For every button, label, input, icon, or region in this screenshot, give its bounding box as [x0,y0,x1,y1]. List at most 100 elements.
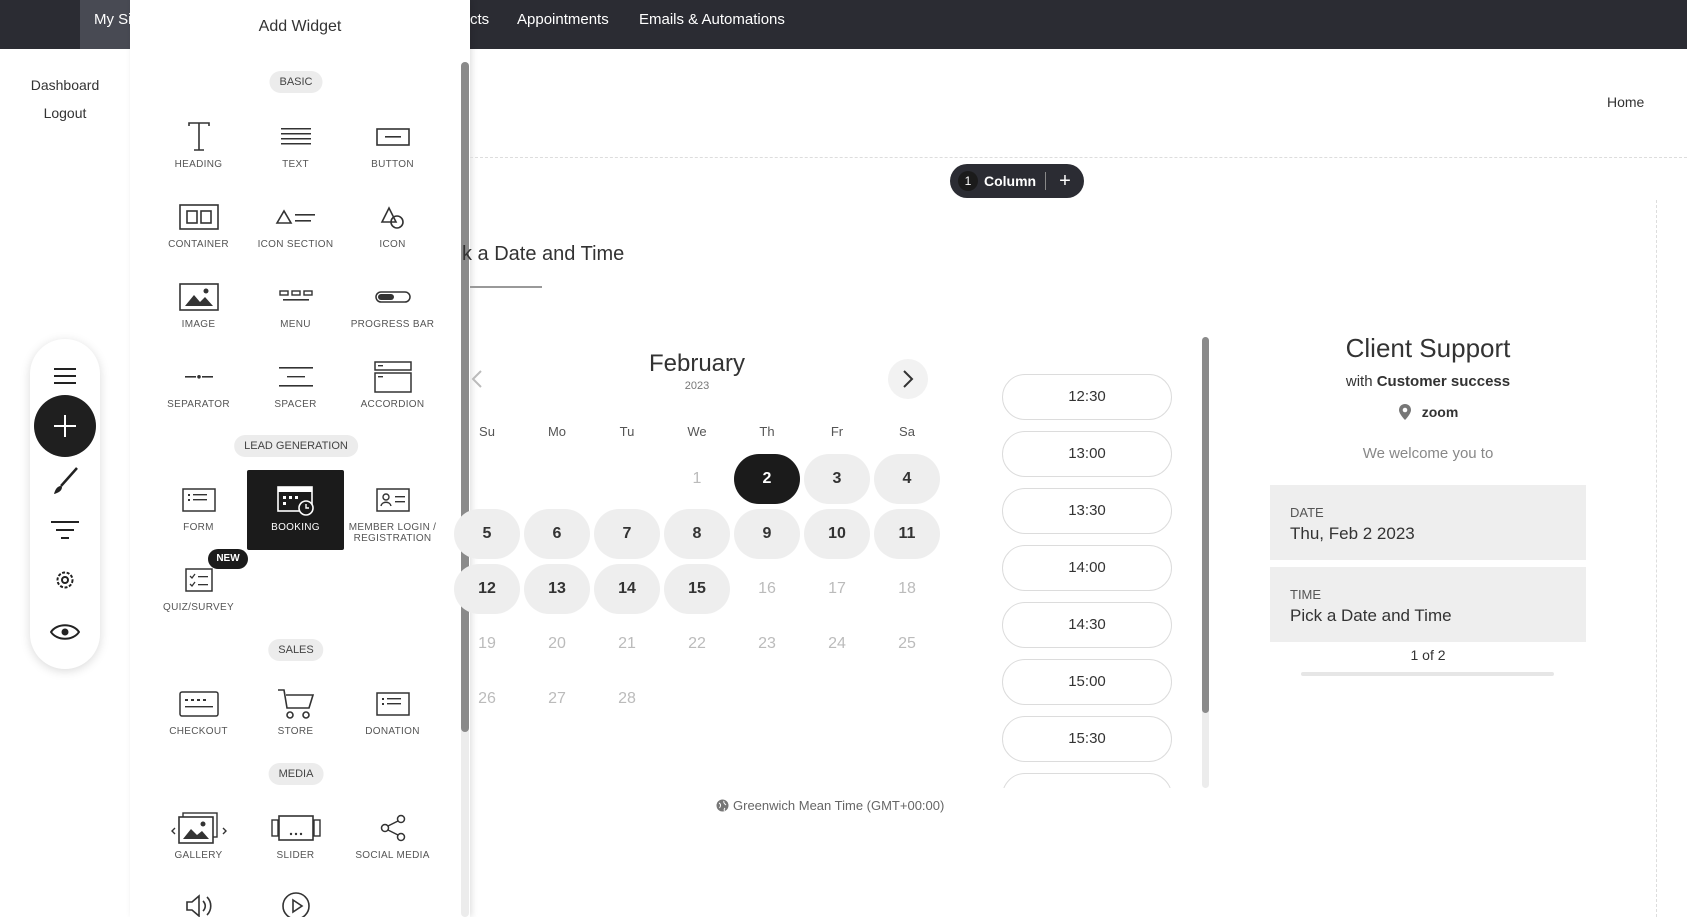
time-slot-button[interactable]: 13:00 [1002,431,1172,477]
widget-heading[interactable]: HEADING [150,107,247,187]
widget-separator[interactable]: SEPARATOR [150,347,247,427]
widget-progress-bar[interactable]: PROGRESS BAR [344,267,441,347]
timezone-selector[interactable]: Greenwich Mean Time (GMT+00:00) [716,798,944,813]
weekday-header: Mo [547,424,567,439]
calendar-day[interactable]: 7 [594,509,660,559]
tab-appointments[interactable]: Appointments [517,0,609,49]
calendar-day[interactable]: 14 [594,564,660,614]
heading-underline [470,286,542,288]
prev-month-button[interactable] [457,359,497,399]
preview-eye-icon[interactable] [30,615,100,649]
widget-text[interactable]: TEXT [247,107,344,187]
widget-booking[interactable]: BOOKING [247,470,344,550]
calendar-day[interactable]: 5 [454,509,520,559]
time-slot-button[interactable]: 13:30 [1002,488,1172,534]
column-count: 1 [958,171,978,191]
widget-image[interactable]: IMAGE [150,267,247,347]
add-column-button[interactable]: + [1053,164,1077,198]
time-slot-scrollbar-thumb[interactable] [1202,337,1209,713]
calendar-day[interactable]: 8 [664,509,730,559]
widget-member-login[interactable]: MEMBER LOGIN / REGISTRATION [344,470,441,550]
calendar-day[interactable]: 10 [804,509,870,559]
widget-accordion[interactable]: ACCORDION [344,347,441,427]
calendar-day[interactable]: 3 [804,454,870,504]
calendar-day[interactable]: 12 [454,564,520,614]
home-nav-link[interactable]: Home [1607,94,1644,110]
section-lead-generation: LEAD GENERATION [234,435,358,457]
date-caption: DATE [1290,505,1324,520]
menu-icon[interactable] [30,361,100,391]
summary-progress-track [1301,672,1554,676]
next-month-button[interactable] [888,359,928,399]
icon-section-icon [247,197,344,237]
header-divider [470,157,1687,158]
widget-donation[interactable]: DONATION [344,674,441,754]
booking-heading: k a Date and Time [462,243,625,265]
play-circle-icon [247,886,344,917]
widget-social-media[interactable]: SOCIAL MEDIA [344,798,441,878]
time-slot-button[interactable]: 14:30 [1002,602,1172,648]
widget-checkout[interactable]: CHECKOUT [150,674,247,754]
calendar-day[interactable]: 13 [524,564,590,614]
column-separator [1045,172,1046,190]
calendar-day: 17 [828,580,846,597]
time-slot-button[interactable]: 15:00 [1002,659,1172,705]
time-slot-button[interactable] [1002,773,1172,788]
calendar-day[interactable]: 4 [874,454,940,504]
widget-button[interactable]: BUTTON [344,107,441,187]
widget-store[interactable]: STORE [247,674,344,754]
calendar-day: 26 [478,690,496,707]
share-icon [344,808,441,848]
host-prefix: with [1345,373,1373,390]
service-host: with Customer success [1228,373,1628,390]
widget-gallery[interactable]: GALLERY [150,798,247,878]
tab-contacts[interactable]: cts [470,0,489,49]
column-label: Column [984,173,1037,189]
summary-pagination: 1 of 2 [1410,647,1446,663]
time-slot-button[interactable]: 15:30 [1002,716,1172,762]
calendar-day[interactable]: 6 [524,509,590,559]
add-widget-panel: Add Widget BASIC HEADING TEXT BUTTON CON… [130,0,470,917]
gallery-icon [150,808,247,848]
heading-icon [150,117,247,157]
widget-slider[interactable]: SLIDER [247,798,344,878]
form-icon [150,480,247,520]
widget-form[interactable]: FORM [150,470,247,550]
tab-emails-automations[interactable]: Emails & Automations [639,0,785,49]
accordion-icon [344,357,441,397]
time-slot-scrollbar[interactable] [1202,337,1209,788]
widget-video[interactable] [247,876,344,917]
widget-container[interactable]: CONTAINER [150,187,247,267]
calendar-day-selected[interactable]: 2 [734,454,800,504]
widget-icon[interactable]: ICON [344,187,441,267]
time-slot-button[interactable]: 12:30 [1002,374,1172,420]
calendar-day: 22 [688,635,706,652]
widget-spacer[interactable]: SPACER [247,347,344,427]
calendar-day[interactable]: 11 [874,509,940,559]
section-sales: SALES [268,639,324,661]
time-value: Pick a Date and Time [1290,606,1452,625]
logout-link[interactable]: Logout [0,103,130,131]
weekday-header: Sa [899,424,915,439]
weekday-header: Fr [830,424,844,439]
calendar-day[interactable]: 9 [734,509,800,559]
dashboard-link[interactable]: Dashboard [0,75,130,103]
host-name: Customer success [1376,373,1511,390]
filter-icon[interactable] [30,515,100,545]
widget-audio[interactable] [150,876,247,917]
widget-icon-section[interactable]: ICON SECTION [247,187,344,267]
time-slot-button[interactable]: 14:00 [1002,545,1172,591]
editor-toolbar [30,339,100,669]
brush-icon[interactable] [30,461,100,501]
widget-menu[interactable]: MENU [247,267,344,347]
image-icon [150,277,247,317]
tab-my-site-label[interactable]: My Si [94,0,132,49]
settings-gear-icon[interactable] [30,563,100,597]
add-widget-button[interactable] [34,395,96,457]
shapes-icon [344,197,441,237]
panel-title: Add Widget [258,18,342,35]
date-value: Thu, Feb 2 2023 [1290,524,1415,543]
column-control[interactable]: 1 Column + [950,164,1084,198]
calendar-day: 18 [898,580,916,597]
calendar-day[interactable]: 15 [664,564,730,614]
